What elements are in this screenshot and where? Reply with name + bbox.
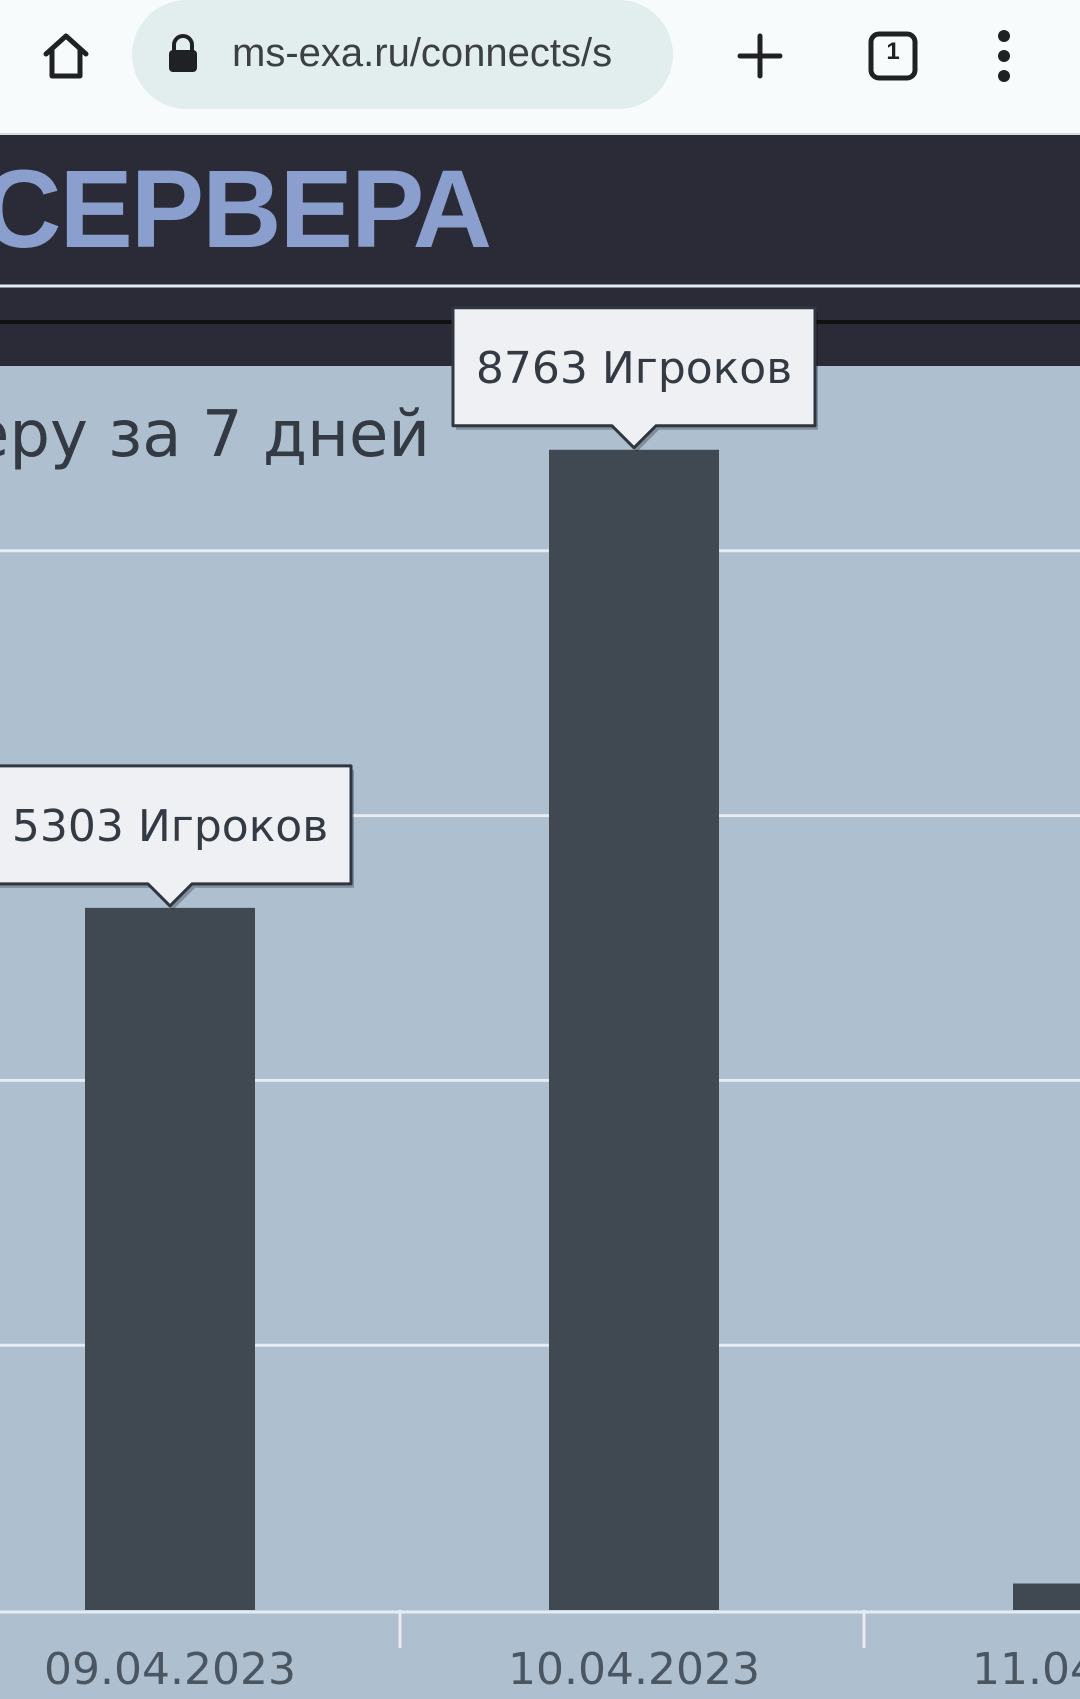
x-tick-label: 10.04.2023 bbox=[508, 1644, 760, 1695]
bar bbox=[549, 449, 719, 1610]
bar-chart: 09.04.2023 10.04.2023 11.04.2023 5303 Игрок… bbox=[0, 284, 1080, 1695]
x-tick-label: 09.04.2023 bbox=[44, 1644, 296, 1695]
x-tick-label: 11.04.2023 bbox=[972, 1644, 1080, 1695]
tooltip-label: 5303 Игроков bbox=[12, 801, 328, 852]
bar bbox=[1013, 1583, 1080, 1610]
tooltip-label: 8763 Игроков bbox=[476, 343, 792, 394]
bar bbox=[85, 907, 255, 1610]
